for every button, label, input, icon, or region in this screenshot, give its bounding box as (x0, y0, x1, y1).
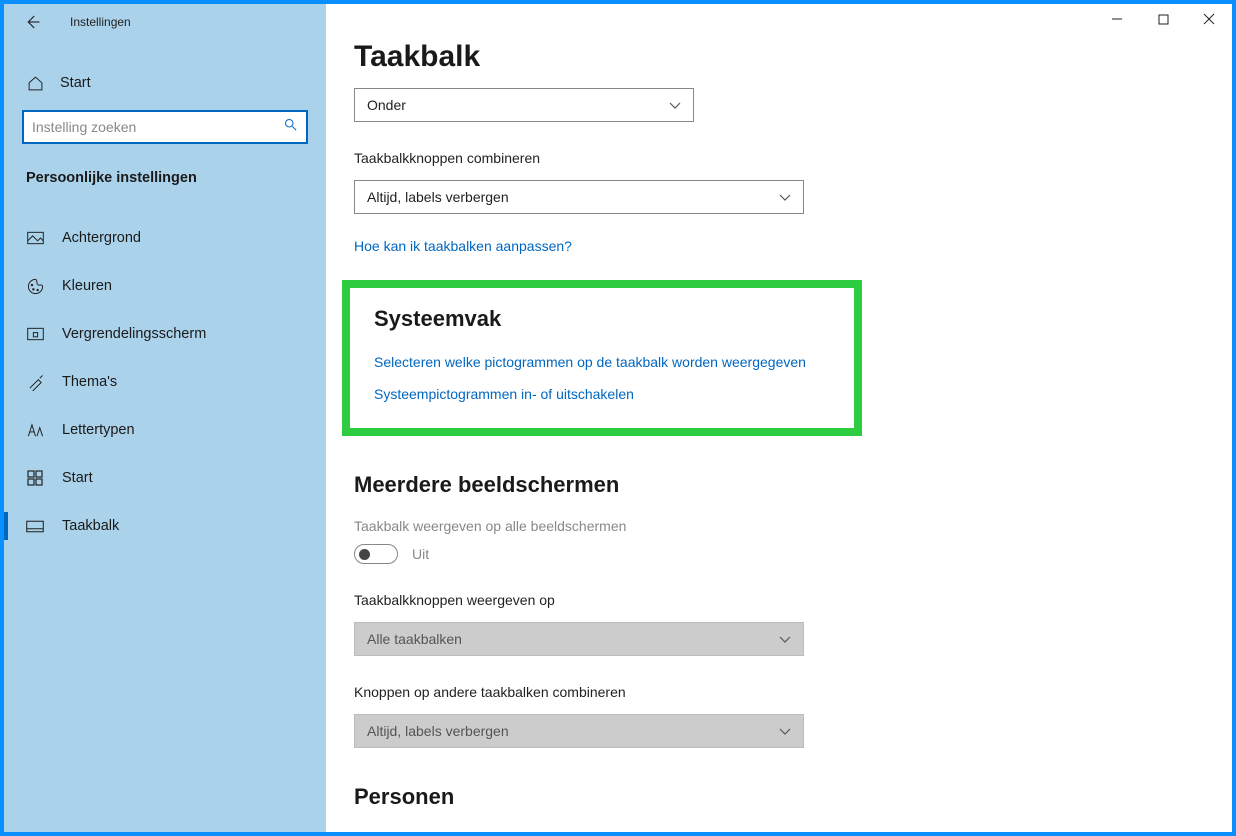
toggle-state: Uit (412, 546, 429, 562)
search-input[interactable] (32, 119, 283, 135)
nav-item-taskbar[interactable]: Taakbalk (4, 502, 326, 550)
page-title: Taakbalk (354, 40, 1146, 74)
home-button[interactable]: Start (4, 40, 326, 92)
systray-system-icons-link[interactable]: Systeempictogrammen in- of uitschakelen (374, 386, 830, 402)
systray-highlight: Systeemvak Selecteren welke pictogrammen… (342, 280, 862, 436)
show-all-displays-label: Taakbalk weergeven op alle beeldschermen (354, 518, 1146, 534)
help-link[interactable]: Hoe kan ik taakbalken aanpassen? (354, 238, 1146, 254)
search-icon (283, 117, 298, 137)
other-combine-label: Knoppen op andere taakbalken combineren (354, 684, 1146, 700)
home-label: Start (60, 75, 91, 91)
chevron-down-icon (779, 631, 791, 647)
buttons-on-label: Taakbalkknoppen weergeven op (354, 592, 1146, 608)
sidebar: Instellingen Start Persoonlijke instelli… (4, 4, 326, 832)
nav-item-label: Taakbalk (62, 518, 119, 534)
dropdown-value: Altijd, labels verbergen (367, 189, 509, 205)
nav-item-label: Vergrendelingsscherm (62, 326, 206, 342)
combine-buttons-dropdown[interactable]: Altijd, labels verbergen (354, 180, 804, 214)
nav-item-start[interactable]: Start (4, 454, 326, 502)
multi-displays-heading: Meerdere beeldschermen (354, 472, 1146, 498)
dropdown-value: Onder (367, 97, 406, 113)
nav-list: Achtergrond Kleuren Vergrendelingsscherm… (4, 214, 326, 550)
nav-item-label: Thema's (62, 374, 117, 390)
toggle-knob (359, 549, 370, 560)
search-box[interactable] (22, 110, 308, 144)
chevron-down-icon (669, 97, 681, 113)
taskbar-location-dropdown[interactable]: Onder (354, 88, 694, 122)
window-title: Instellingen (70, 15, 131, 29)
people-show-label: Contactpersonen op de taakbalk weergeven (354, 830, 1146, 832)
dropdown-value: Altijd, labels verbergen (367, 723, 509, 739)
show-all-displays-toggle[interactable] (354, 544, 398, 564)
combine-buttons-label: Taakbalkknoppen combineren (354, 150, 1146, 166)
background-icon (26, 229, 44, 247)
buttons-on-dropdown: Alle taakbalken (354, 622, 804, 656)
people-heading: Personen (354, 784, 1146, 810)
nav-item-colors[interactable]: Kleuren (4, 262, 326, 310)
nav-item-label: Achtergrond (62, 230, 141, 246)
nav-item-label: Kleuren (62, 278, 112, 294)
chevron-down-icon (779, 189, 791, 205)
systray-heading: Systeemvak (374, 306, 830, 332)
category-title: Persoonlijke instellingen (4, 144, 326, 186)
home-icon (26, 74, 44, 92)
nav-item-background[interactable]: Achtergrond (4, 214, 326, 262)
dropdown-value: Alle taakbalken (367, 631, 462, 647)
themes-icon (26, 373, 44, 391)
back-button[interactable] (22, 12, 42, 32)
nav-item-label: Start (62, 470, 93, 486)
other-combine-dropdown: Altijd, labels verbergen (354, 714, 804, 748)
start-icon (26, 469, 44, 487)
main-content: Taakbalk Onder Taakbalkknoppen combinere… (326, 4, 1232, 832)
nav-item-lockscreen[interactable]: Vergrendelingsscherm (4, 310, 326, 358)
systray-select-icons-link[interactable]: Selecteren welke pictogrammen op de taak… (374, 354, 830, 370)
lockscreen-icon (26, 325, 44, 343)
chevron-down-icon (779, 723, 791, 739)
colors-icon (26, 277, 44, 295)
fonts-icon (26, 421, 44, 439)
nav-item-fonts[interactable]: Lettertypen (4, 406, 326, 454)
taskbar-icon (26, 517, 44, 535)
nav-item-themes[interactable]: Thema's (4, 358, 326, 406)
nav-item-label: Lettertypen (62, 422, 135, 438)
